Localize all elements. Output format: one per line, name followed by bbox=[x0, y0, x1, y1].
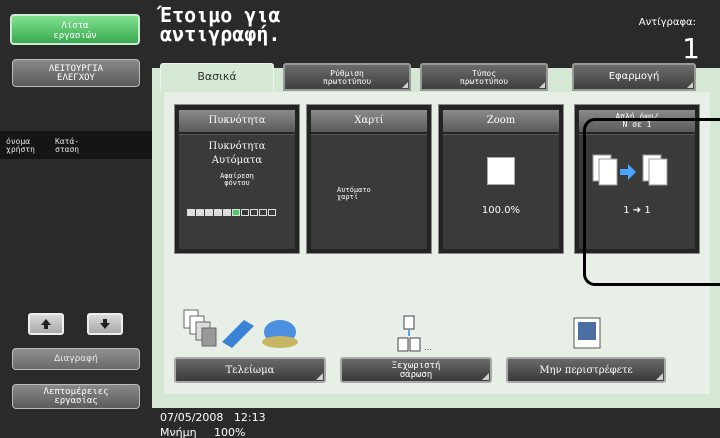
control-function-button[interactable]: ΛΕΙΤΟΥΡΓΙΑ ΕΛΕΓΧΟΥ bbox=[12, 59, 140, 87]
zoom-card[interactable]: Zoom 100.0% bbox=[438, 104, 564, 254]
zoom-value: 100.0% bbox=[481, 205, 521, 216]
no-rotate-icon bbox=[573, 317, 601, 349]
finishing-label: Τελείωμα bbox=[225, 365, 275, 376]
tab-original-setting[interactable]: Ρύθμιση πρωτοτύπου bbox=[283, 63, 411, 91]
status-message: Έτοιμο για αντιγραφή. bbox=[160, 3, 281, 46]
zoom-body: 100.0% bbox=[443, 134, 559, 249]
memory-status: Μνήμη 100% bbox=[160, 426, 246, 438]
tab-basic[interactable]: Βασικά bbox=[160, 63, 274, 91]
job-details-button[interactable]: Λεπτομέρειες εργασίας bbox=[12, 384, 140, 409]
datetime: 07/05/2008 12:13 bbox=[160, 411, 266, 424]
status-bar: 07/05/2008 12:13 Μνήμη 100% bbox=[152, 408, 720, 438]
density-level-bar bbox=[187, 209, 276, 216]
paper-card[interactable]: Χαρτί Αυτόματο χαρτί bbox=[306, 104, 432, 254]
tab-original-type[interactable]: Τύπος πρωτοτύπου bbox=[420, 63, 548, 91]
paper-body: Αυτόματο χαρτί bbox=[311, 134, 427, 249]
copies-count: 1 bbox=[682, 32, 700, 65]
separate-scan-button[interactable]: Ξεχωριστή σάρωση bbox=[340, 357, 492, 383]
scroll-up-button[interactable] bbox=[28, 313, 64, 335]
main-panel: Βασικά Ρύθμιση πρωτοτύπου Τύπος πρωτοτύπ… bbox=[152, 63, 720, 408]
svg-text:...: ... bbox=[424, 343, 432, 352]
no-rotate-button[interactable]: Μην περιστρέφετε bbox=[506, 357, 666, 383]
copies-label: Αντίγραφα: bbox=[638, 17, 696, 28]
scroll-down-button[interactable] bbox=[87, 313, 123, 335]
zoom-page-icon bbox=[487, 157, 515, 185]
arrow-up-icon bbox=[41, 319, 51, 329]
status-label: Κατά- σταση bbox=[55, 137, 80, 154]
paper-value: Αυτόματο χαρτί bbox=[337, 186, 371, 201]
finishing-icon bbox=[183, 309, 298, 348]
density-card[interactable]: Πυκνότητα Πυκνότητα Αυτόματα Αφαίρεση φό… bbox=[174, 104, 300, 254]
no-rotate-label: Μην περιστρέφετε bbox=[539, 365, 633, 376]
density-title: Πυκνότητα bbox=[179, 110, 295, 132]
tab-original-setting-label: Ρύθμιση πρωτοτύπου bbox=[322, 69, 372, 86]
user-status-row: όνομα χρήστη Κατά- σταση bbox=[0, 131, 152, 159]
tab-application-label: Εφαρμογή bbox=[608, 71, 660, 82]
settings-content: Πυκνότητα Πυκνότητα Αυτόματα Αφαίρεση φό… bbox=[164, 92, 720, 394]
density-line1: Πυκνότητα bbox=[208, 141, 266, 152]
left-panel: Λίστα εργασιών ΛΕΙΤΟΥΡΓΙΑ ΕΛΕΓΧΟΥ όνομα … bbox=[0, 0, 152, 438]
background-removal-label: Αφαίρεση φόντου bbox=[220, 172, 254, 187]
selection-highlight bbox=[583, 118, 720, 286]
tab-original-type-label: Τύπος πρωτοτύπου bbox=[459, 69, 509, 86]
delete-button[interactable]: Διαγραφή bbox=[12, 348, 140, 370]
density-body: Πυκνότητα Αυτόματα Αφαίρεση φόντου bbox=[179, 134, 295, 249]
header: Έτοιμο για αντιγραφή. Αντίγραφα: 1 bbox=[152, 0, 720, 68]
separate-scan-icon: ... bbox=[397, 315, 432, 352]
density-line2: Αυτόματα bbox=[211, 155, 263, 166]
user-name-label: όνομα χρήστη bbox=[6, 137, 35, 154]
arrow-down-icon bbox=[100, 319, 110, 329]
paper-title: Χαρτί bbox=[311, 110, 427, 132]
zoom-title: Zoom bbox=[443, 110, 559, 132]
finishing-button[interactable]: Τελείωμα bbox=[174, 357, 326, 383]
tab-application[interactable]: Εφαρμογή bbox=[572, 63, 696, 91]
job-list-button[interactable]: Λίστα εργασιών bbox=[10, 14, 140, 45]
separate-scan-label: Ξεχωριστή σάρωση bbox=[391, 361, 441, 380]
